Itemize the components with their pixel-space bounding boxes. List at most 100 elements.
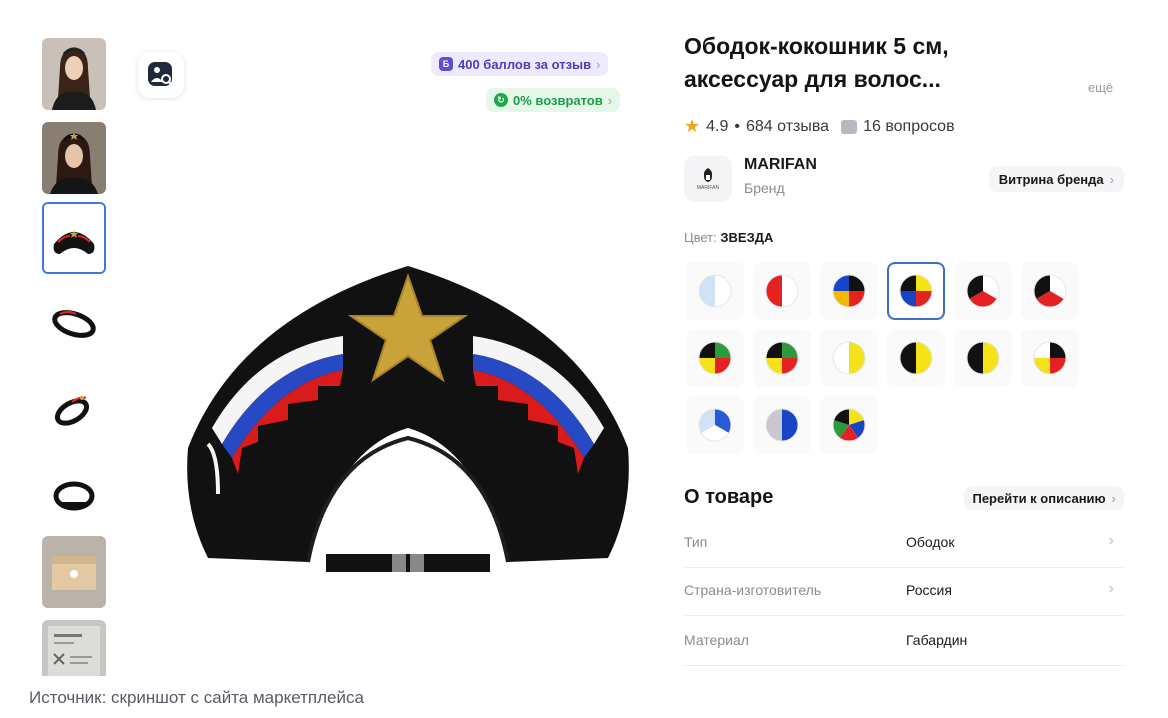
color-swatch-circle <box>698 341 732 375</box>
color-swatch-segment <box>967 342 983 374</box>
image-search-icon <box>148 62 175 88</box>
color-swatch-grid <box>686 262 1086 462</box>
chevron-right-icon: › <box>596 56 601 72</box>
spec-value: Россия <box>906 582 952 598</box>
thumbnail-strip <box>40 36 108 676</box>
color-swatch-segment <box>715 275 731 307</box>
reviews-link[interactable]: 684 отзыва <box>746 118 829 136</box>
color-swatch[interactable] <box>753 329 811 387</box>
color-swatch-segment <box>900 342 916 374</box>
thumbnail-product-label[interactable] <box>42 620 106 676</box>
color-swatch-circle <box>1033 274 1067 308</box>
color-swatch-circle <box>899 341 933 375</box>
source-caption: Источник: скриншот с сайта маркетплейса <box>29 688 364 707</box>
rating-value: 4.9 <box>706 117 729 135</box>
color-swatch[interactable] <box>686 262 744 320</box>
spec-key: Страна-изготовитель <box>684 582 822 598</box>
spec-value: Ободок <box>906 534 955 550</box>
thumbnail-headband-side[interactable] <box>42 284 106 356</box>
brand-name[interactable]: MARIFAN <box>744 156 817 174</box>
spec-row-material: Материал Габардин <box>684 618 1124 666</box>
color-swatch-circle <box>765 274 799 308</box>
color-swatch-circle <box>832 408 866 442</box>
returns-badge[interactable]: ↻ 0% возвратов › <box>486 88 621 112</box>
thumbnail-headband-front-selected[interactable] <box>42 202 106 274</box>
chevron-right-icon: › <box>607 92 613 108</box>
points-badge-text: 400 баллов за отзыв <box>458 56 592 72</box>
main-product-image[interactable] <box>178 258 638 588</box>
spec-row-country[interactable]: Страна-изготовитель Россия › <box>684 568 1124 616</box>
brand-showcase-label: Витрина бренда <box>998 171 1104 187</box>
color-swatch-circle <box>832 341 866 375</box>
color-swatch-segment <box>916 342 932 374</box>
color-swatch[interactable] <box>820 396 878 454</box>
chevron-right-icon: › <box>1108 580 1114 597</box>
thumbnail-model-photo-2[interactable] <box>42 122 106 194</box>
brand-showcase-button[interactable]: Витрина бренда › <box>988 166 1124 192</box>
brand-logo-text: MARIFAN <box>696 185 720 191</box>
rating-row: ★ 4.9 • 684 отзыва 16 вопросов <box>684 116 955 137</box>
questions-link[interactable]: 16 вопросов <box>863 118 955 136</box>
chevron-right-icon: › <box>1111 490 1116 506</box>
chevron-right-icon: › <box>1109 171 1114 187</box>
go-to-description-button[interactable]: Перейти к описанию › <box>964 486 1124 510</box>
spec-row-type[interactable]: Тип Ободок › <box>684 520 1124 568</box>
color-swatch[interactable] <box>954 262 1012 320</box>
color-swatch[interactable] <box>686 329 744 387</box>
color-swatch-circle <box>698 274 732 308</box>
color-selected-value: ЗВЕЗДА <box>720 230 774 245</box>
color-swatch[interactable] <box>820 262 878 320</box>
color-swatch-segment <box>782 275 798 307</box>
returns-badge-text: 0% возвратов <box>513 92 603 108</box>
color-swatch-segment <box>833 342 849 374</box>
color-swatch-segment <box>766 409 782 441</box>
color-swatch-circle <box>765 341 799 375</box>
color-swatch[interactable] <box>753 396 811 454</box>
title-more-link[interactable]: ещё <box>1088 80 1113 95</box>
color-swatch[interactable] <box>686 396 744 454</box>
color-swatch-circle <box>966 341 1000 375</box>
about-heading: О товаре <box>684 486 774 508</box>
questions-icon <box>841 119 858 134</box>
color-swatch-circle <box>1033 341 1067 375</box>
brand-subtitle: Бренд <box>744 180 785 196</box>
color-swatch-circle <box>966 274 1000 308</box>
color-swatch[interactable] <box>1021 262 1079 320</box>
color-swatch-circle <box>765 408 799 442</box>
color-swatch-segment <box>983 342 999 374</box>
thumbnail-headband-angle[interactable] <box>42 368 106 440</box>
visual-search-button[interactable] <box>138 52 184 98</box>
thumbnail-headband-back[interactable] <box>42 452 106 524</box>
thumbnail-model-photo-1[interactable] <box>42 38 106 110</box>
spec-value: Габардин <box>906 632 968 648</box>
thumbnail-packaging-box[interactable] <box>42 536 106 608</box>
points-for-review-badge[interactable]: Б 400 баллов за отзыв › <box>431 52 609 76</box>
rating-separator: • <box>734 117 740 135</box>
color-swatch-segment <box>766 275 782 307</box>
color-swatch-circle <box>899 274 933 308</box>
color-swatch-segment <box>782 409 798 441</box>
color-swatch-segment <box>699 275 715 307</box>
product-title: Ободок-кокошник 5 см, аксессуар для воло… <box>684 33 949 92</box>
color-swatch[interactable] <box>820 329 878 387</box>
returns-icon: ↻ <box>494 93 508 107</box>
spec-key: Тип <box>684 534 708 550</box>
color-swatch-circle <box>832 274 866 308</box>
points-icon: Б <box>439 57 453 71</box>
brand-block: MARIFAN MARIFAN Бренд Витрина бренда › <box>684 154 1124 206</box>
brand-logo[interactable]: MARIFAN <box>684 156 732 202</box>
color-label: Цвет: ЗВЕЗДА <box>684 230 773 245</box>
brand-logo-mark-icon <box>703 168 713 182</box>
product-info-panel: Ободок-кокошник 5 см, аксессуар для воло… <box>684 30 1124 666</box>
go-to-description-label: Перейти к описанию <box>972 490 1106 506</box>
color-swatch[interactable] <box>887 262 945 320</box>
star-icon: ★ <box>684 116 701 136</box>
color-label-prefix: Цвет: <box>684 230 717 245</box>
color-swatch[interactable] <box>954 329 1012 387</box>
color-swatch-segment <box>849 342 865 374</box>
chevron-right-icon: › <box>1108 532 1114 549</box>
spec-key: Материал <box>684 632 749 648</box>
color-swatch[interactable] <box>753 262 811 320</box>
color-swatch[interactable] <box>887 329 945 387</box>
color-swatch[interactable] <box>1021 329 1079 387</box>
